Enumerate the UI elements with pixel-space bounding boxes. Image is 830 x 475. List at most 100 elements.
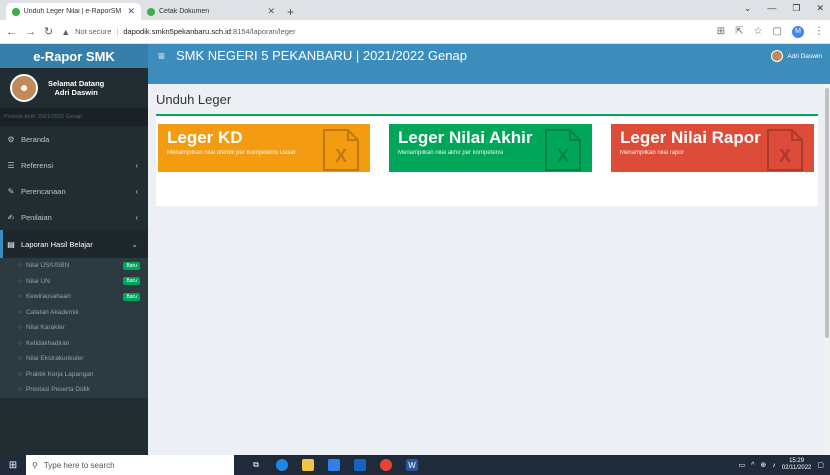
taskbar-clock[interactable]: 15:29 02/11/2022	[782, 458, 812, 471]
file-explorer-icon[interactable]	[302, 459, 314, 471]
taskbar-apps: ⧉ W	[250, 459, 418, 471]
chevron-up-icon[interactable]: ^	[751, 462, 754, 469]
hamburger-menu-icon[interactable]: ≡	[158, 49, 165, 63]
word-icon[interactable]: W	[406, 459, 418, 471]
browser-tab-active[interactable]: Unduh Leger Nilai | e-RaporSMK ✕	[6, 3, 141, 20]
submenu-item[interactable]: ○ Nilai Karakter	[0, 320, 148, 336]
volume-icon[interactable]: ♪	[772, 462, 776, 469]
sidebar-item-beranda[interactable]: ⚙ Beranda	[0, 126, 148, 152]
share-icon[interactable]: ⇱	[735, 26, 743, 37]
svg-text:X: X	[779, 146, 791, 166]
new-badge: Baru	[123, 277, 140, 286]
sidebar: e-Rapor SMK ☻ Selamat Datang Adri Daswin…	[0, 44, 148, 455]
page-title: Unduh Leger	[156, 92, 232, 107]
back-icon[interactable]: ←	[6, 26, 17, 38]
browser-tab[interactable]: Cetak Dokumen ✕	[141, 3, 281, 20]
edge-icon[interactable]	[276, 459, 288, 471]
security-label: Not secure	[75, 27, 112, 36]
circle-icon: ○	[18, 339, 22, 347]
chevron-left-icon: ‹	[135, 160, 138, 170]
excel-file-icon: X	[323, 129, 359, 171]
network-icon[interactable]: ⊕	[760, 461, 766, 469]
browser-toolbar: ⊞ ⇱ ☆ ▢ M ⋮	[717, 25, 824, 38]
system-tray: ▭ ^ ⊕ ♪ 15:29 02/11/2022 ▢	[738, 455, 824, 475]
laporan-submenu: ○ Nilai US/USBN Baru ○ Nilai UN Baru ○ Kewira…	[0, 258, 148, 398]
leger-nilai-akhir-card[interactable]: Leger Nilai Akhir Menampilkan nilai akhi…	[389, 124, 592, 172]
url-host: dapodik.smkn5pekanbaru.sch.id	[123, 27, 231, 36]
mail-icon[interactable]	[354, 459, 366, 471]
submenu-item[interactable]: ○ Nilai UN Baru	[0, 274, 148, 290]
chrome-icon[interactable]	[380, 459, 392, 471]
close-window-icon[interactable]: ✕	[816, 3, 824, 14]
submenu-item[interactable]: ○ Nilai US/USBN Baru	[0, 258, 148, 274]
submenu-item[interactable]: ○ Prestasi Peserta Didik	[0, 382, 148, 398]
circle-icon: ○	[18, 277, 22, 285]
sidepanel-icon[interactable]: ▢	[773, 26, 782, 37]
clock-time: 15:29	[789, 458, 805, 465]
forward-icon[interactable]: →	[25, 26, 36, 38]
edit-icon: ✎	[7, 186, 15, 196]
keyboard-icon[interactable]: ▭	[738, 461, 745, 469]
sidebar-item-penilaian[interactable]: ✍ Penilaian ‹	[0, 204, 148, 230]
scrollbar-thumb[interactable]	[825, 88, 829, 338]
warning-icon: ▲	[61, 26, 71, 37]
card-description: Menampilkan nilai akhir per kompetensi	[398, 150, 504, 156]
store-icon[interactable]	[328, 459, 340, 471]
circle-icon: ○	[18, 308, 22, 316]
app-logo[interactable]: e-Rapor SMK	[0, 44, 148, 68]
circle-icon: ○	[18, 293, 22, 301]
browser-tab-bar: Unduh Leger Nilai | e-RaporSMK ✕ Cetak D…	[0, 0, 830, 20]
list-icon: ☰	[7, 160, 15, 170]
user-menu[interactable]: Adri Daswin	[771, 50, 822, 62]
new-badge: Baru	[123, 261, 140, 270]
minimize-icon[interactable]: —	[767, 3, 776, 14]
site-favicon-icon	[147, 7, 155, 16]
submenu-item[interactable]: ○ Ketidakhadiran	[0, 336, 148, 352]
leger-kd-card[interactable]: Leger KD Menampilkan nilai otentik per K…	[158, 124, 370, 172]
profile-avatar[interactable]: M	[792, 25, 804, 38]
circle-icon: ○	[18, 262, 22, 270]
maximize-icon[interactable]: ❐	[792, 3, 800, 14]
window-controls: ⌄ — ❐ ✕	[744, 3, 824, 14]
sidebar-item-perencanaan[interactable]: ✎ Perencanaan ‹	[0, 178, 148, 204]
submenu-item[interactable]: ○ Catatan Akademik	[0, 305, 148, 321]
taskbar-search-input[interactable]: ⚲ Type here to search	[26, 455, 234, 475]
pencil-icon: ✍	[7, 212, 15, 222]
avatar: ☻	[10, 74, 38, 102]
windows-start-icon[interactable]: ⊞	[0, 455, 26, 475]
sidebar-item-label: Referensi	[21, 160, 54, 170]
clock-date: 02/11/2022	[781, 465, 812, 471]
url-input[interactable]: ▲ Not secure | dapodik.smkn5pekanbaru.sc…	[61, 27, 709, 37]
leger-nilai-rapor-card[interactable]: Leger Nilai Rapor Menampilkan nilai rapo…	[611, 124, 814, 172]
svg-text:X: X	[335, 146, 347, 166]
report-icon: ▤	[7, 239, 15, 249]
url-path: :8154/laporan/leger	[230, 27, 296, 36]
chevron-left-icon: ‹	[135, 186, 138, 196]
windows-taskbar: ⊞ ⚲ Type here to search ⧉ W ▭ ^ ⊕ ♪ 15:2…	[0, 455, 830, 475]
close-tab-icon[interactable]: ✕	[127, 6, 135, 17]
circle-icon: ○	[18, 386, 22, 394]
active-period: Periode Aktif: 2021/2022 Genap	[0, 108, 148, 126]
top-header: ≡ SMK NEGERI 5 PEKANBARU | 2021/2022 Gen…	[148, 44, 830, 84]
search-icon: ⚲	[32, 460, 38, 470]
notification-icon[interactable]: ▢	[817, 461, 824, 469]
leger-box: Leger KD Menampilkan nilai otentik per K…	[156, 114, 818, 206]
tab-search-icon[interactable]: ⌄	[744, 3, 752, 14]
submenu-item[interactable]: ○ Praktik Kerja Lapangan	[0, 367, 148, 383]
excel-file-icon: X	[545, 129, 581, 171]
bookmark-star-icon[interactable]: ☆	[754, 26, 763, 37]
sidebar-item-laporan[interactable]: ▤ Laporan Hasil Belajar ⌄	[0, 230, 148, 258]
reload-icon[interactable]: ↻	[44, 25, 53, 38]
submenu-item[interactable]: ○ Kewirausahaan Baru	[0, 289, 148, 305]
close-tab-icon[interactable]: ✕	[267, 6, 275, 17]
new-tab-button[interactable]: +	[281, 3, 300, 20]
page-scrollbar[interactable]	[824, 84, 830, 455]
sidebar-item-referensi[interactable]: ☰ Referensi ‹	[0, 152, 148, 178]
task-view-icon[interactable]: ⧉	[250, 459, 262, 471]
circle-icon: ○	[18, 370, 22, 378]
dashboard-icon: ⚙	[7, 134, 15, 144]
install-icon[interactable]: ⊞	[717, 26, 725, 37]
submenu-item[interactable]: ○ Nilai Ekstrakurikuler	[0, 351, 148, 367]
sidebar-item-label: Beranda	[21, 134, 50, 144]
menu-kebab-icon[interactable]: ⋮	[814, 26, 824, 37]
